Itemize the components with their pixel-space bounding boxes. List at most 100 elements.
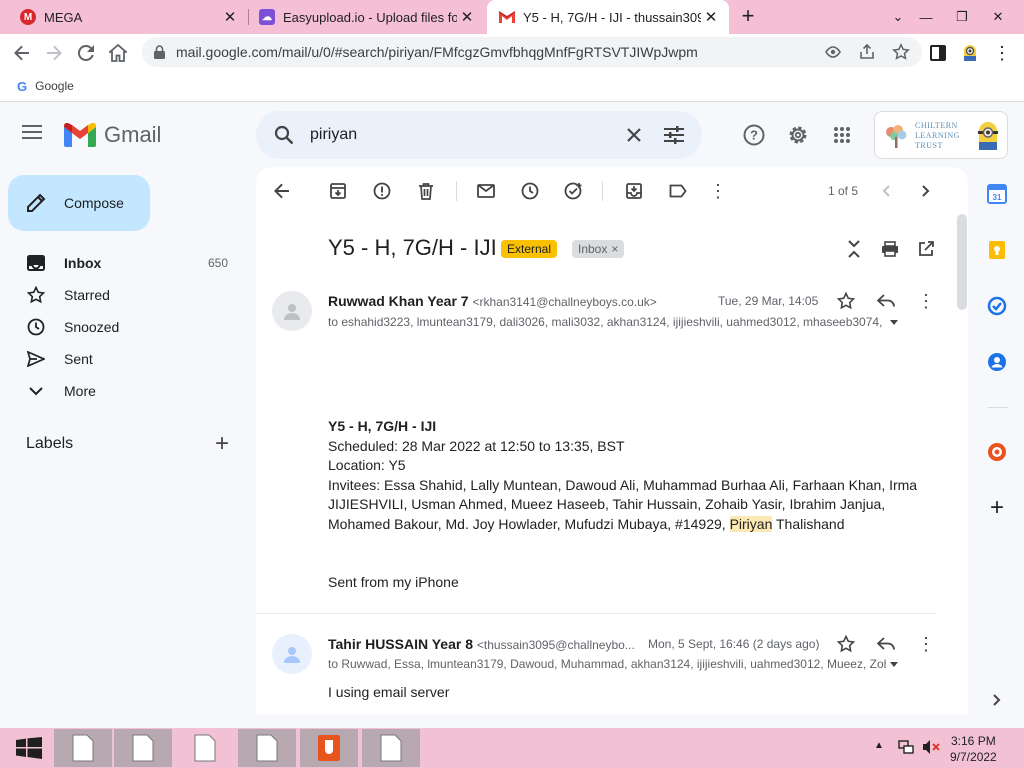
- show-details-icon[interactable]: [886, 652, 902, 676]
- sender-name[interactable]: Ruwwad Khan Year 7: [328, 293, 469, 309]
- remove-label-icon[interactable]: ×: [611, 242, 618, 256]
- snooze-icon[interactable]: [518, 179, 542, 203]
- apps-grid-icon[interactable]: [829, 122, 855, 148]
- rail-divider: [988, 407, 1008, 408]
- get-addons-icon[interactable]: +: [984, 494, 1010, 521]
- keep-icon[interactable]: [984, 237, 1010, 263]
- network-icon[interactable]: [898, 739, 914, 755]
- star-message-icon[interactable]: [834, 632, 858, 656]
- windows-start-icon[interactable]: [0, 729, 58, 767]
- back-to-list-icon[interactable]: [270, 179, 294, 203]
- addon-icon[interactable]: [984, 439, 1010, 465]
- forward-icon[interactable]: [40, 39, 68, 67]
- tab-gmail-active[interactable]: Y5 - H, 7G/H - IJI - thussain3095@ ✕: [487, 0, 729, 34]
- sidebar-item-sent[interactable]: Sent: [0, 343, 244, 375]
- star-message-icon[interactable]: [834, 289, 858, 313]
- avatar[interactable]: [272, 634, 312, 674]
- minimize-button[interactable]: —: [908, 0, 944, 34]
- reload-icon[interactable]: [72, 39, 100, 67]
- lock-icon[interactable]: [154, 45, 168, 59]
- tab-mega[interactable]: M MEGA ✕: [0, 0, 248, 34]
- sidebar-item-more[interactable]: More: [0, 375, 244, 407]
- avatar[interactable]: [272, 291, 312, 331]
- home-icon[interactable]: [104, 39, 132, 67]
- compose-button[interactable]: Compose: [8, 175, 150, 231]
- close-tab-icon[interactable]: ✕: [457, 7, 477, 27]
- url-text: mail.google.com/mail/u/0/#search/piriyan…: [176, 44, 698, 60]
- search-bar[interactable]: piriyan: [256, 111, 702, 159]
- more-actions-icon[interactable]: ⋮: [706, 179, 730, 203]
- recipients-line[interactable]: to eshahid3223, lmuntean3179, dali3026, …: [328, 315, 886, 329]
- clear-search-icon[interactable]: [626, 127, 642, 143]
- delete-icon[interactable]: [414, 179, 438, 203]
- close-tab-icon[interactable]: ✕: [701, 7, 721, 27]
- message-divider: [256, 613, 936, 614]
- eye-icon[interactable]: [824, 43, 842, 61]
- help-icon[interactable]: ?: [741, 122, 767, 148]
- bookmark-google[interactable]: Google: [35, 79, 74, 93]
- search-icon[interactable]: [274, 125, 294, 145]
- message-more-icon[interactable]: ⋮: [914, 289, 938, 313]
- contacts-icon[interactable]: [984, 349, 1010, 375]
- add-label-icon[interactable]: +: [210, 430, 234, 457]
- volume-muted-icon[interactable]: [922, 739, 940, 755]
- restore-button[interactable]: ❐: [944, 0, 980, 34]
- share-icon[interactable]: [858, 43, 876, 61]
- close-tab-icon[interactable]: ✕: [220, 7, 240, 27]
- bookmark-star-icon[interactable]: [892, 43, 910, 61]
- body-location: Location: Y5: [328, 457, 406, 474]
- taskbar-document-icon[interactable]: [238, 729, 296, 767]
- recipients-line[interactable]: to Ruwwad, Essa, lmuntean3179, Dawoud, M…: [328, 657, 886, 671]
- main-menu-icon[interactable]: [22, 124, 50, 148]
- show-details-icon[interactable]: [886, 310, 902, 334]
- newer-chevron-icon[interactable]: [874, 179, 898, 203]
- move-to-icon[interactable]: [622, 179, 646, 203]
- older-chevron-icon[interactable]: [914, 179, 938, 203]
- collapse-all-icon[interactable]: [842, 237, 866, 261]
- sender-name[interactable]: Tahir HUSSAIN Year 8: [328, 636, 473, 652]
- sidebar-item-starred[interactable]: Starred: [0, 279, 244, 311]
- search-options-icon[interactable]: [664, 126, 684, 144]
- taskbar-document-icon[interactable]: [54, 729, 112, 767]
- label-icon[interactable]: [666, 179, 690, 203]
- gmail-logo[interactable]: Gmail: [64, 122, 161, 148]
- calendar-icon[interactable]: 31: [984, 181, 1010, 207]
- profile-avatar[interactable]: [956, 39, 984, 67]
- expand-panel-icon[interactable]: [984, 687, 1010, 713]
- scrollbar-thumb[interactable]: [957, 214, 967, 310]
- add-to-tasks-icon[interactable]: [562, 179, 586, 203]
- settings-gear-icon[interactable]: [785, 122, 811, 148]
- tab-easyupload[interactable]: ☁ Easyupload.io - Upload files for f ✕: [249, 0, 485, 34]
- tasks-icon[interactable]: [984, 293, 1010, 319]
- report-spam-icon[interactable]: [370, 179, 394, 203]
- trust-name-line: CHILTERN: [915, 121, 958, 130]
- taskbar-app-icon[interactable]: [300, 729, 358, 767]
- close-window-button[interactable]: ✕: [980, 0, 1016, 34]
- inbox-label-chip[interactable]: Inbox ×: [572, 240, 625, 258]
- system-clock[interactable]: 3:16 PM 9/7/2022: [950, 733, 997, 765]
- tray-expand-icon[interactable]: ▲: [874, 740, 884, 751]
- sidebar-item-inbox[interactable]: Inbox 650: [0, 247, 244, 279]
- external-badge: External: [501, 240, 558, 258]
- browser-menu-icon[interactable]: ⋮: [988, 39, 1016, 67]
- archive-icon[interactable]: [326, 179, 350, 203]
- sender-line: Tahir HUSSAIN Year 8 <thussain3095@chall…: [328, 636, 635, 652]
- account-switcher[interactable]: CHILTERN LEARNING TRUST: [874, 111, 1008, 159]
- search-input[interactable]: piriyan: [310, 126, 626, 144]
- address-bar[interactable]: mail.google.com/mail/u/0/#search/piriyan…: [142, 37, 922, 67]
- new-tab-button[interactable]: +: [737, 3, 759, 28]
- message-date: Tue, 29 Mar, 14:05: [718, 294, 819, 308]
- taskbar-document-icon[interactable]: [362, 729, 420, 767]
- sidepanel-icon[interactable]: [924, 39, 952, 67]
- mark-unread-icon[interactable]: [474, 179, 498, 203]
- taskbar-document-icon[interactable]: [176, 729, 234, 767]
- google-icon: G: [17, 78, 28, 94]
- open-new-window-icon[interactable]: [914, 237, 938, 261]
- sidebar-item-snoozed[interactable]: Snoozed: [0, 311, 244, 343]
- back-icon[interactable]: [8, 39, 36, 67]
- toolbar-divider: [456, 181, 457, 201]
- message-more-icon[interactable]: ⋮: [914, 632, 938, 656]
- taskbar-document-icon[interactable]: [114, 729, 172, 767]
- sidebar-item-label: Snoozed: [64, 319, 120, 335]
- print-icon[interactable]: [878, 237, 902, 261]
